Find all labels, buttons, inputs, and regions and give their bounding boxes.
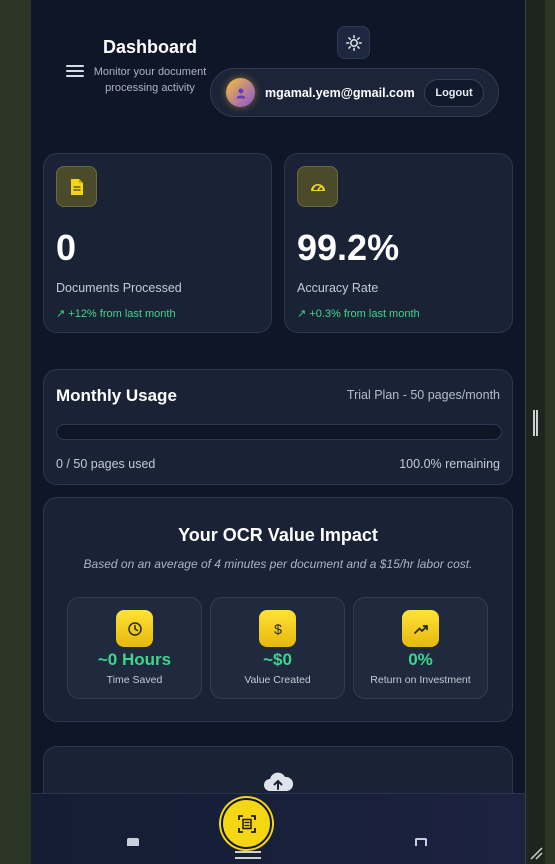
stat-card-accuracy: 99.2% Accuracy Rate ↗ +0.3% from last mo… (284, 153, 513, 333)
documents-change: ↗ +12% from last month (56, 308, 176, 320)
value-created-label: Value Created (244, 674, 311, 686)
resize-corner-icon[interactable] (529, 846, 543, 860)
hamburger-menu-icon[interactable] (66, 65, 84, 79)
accuracy-rate-value: 99.2% (297, 227, 400, 268)
avatar[interactable] (226, 78, 255, 107)
value-created-value: ~$0 (263, 650, 292, 669)
time-saved-label: Time Saved (106, 674, 163, 686)
usage-remaining: 100.0% remaining (399, 457, 500, 471)
bottom-nav (31, 793, 525, 864)
drag-handle[interactable] (235, 851, 261, 859)
time-saved-value: ~0 Hours (97, 650, 172, 669)
ocr-value-impact-card: Your OCR Value Impact Based on an averag… (43, 497, 513, 722)
metric-roi: 0% Return on Investment (353, 597, 488, 699)
user-profile-pill: mgamal.yem@gmail.com Logout (210, 68, 499, 117)
impact-description: Based on an average of 4 minutes per doc… (83, 557, 473, 571)
accuracy-rate-label: Accuracy Rate (297, 281, 379, 295)
trending-up-icon (402, 610, 439, 647)
scan-button[interactable] (221, 798, 272, 849)
header-title-block: Dashboard Monitor your document processi… (91, 37, 209, 96)
nav-documents-icon[interactable] (415, 838, 427, 846)
page-subtitle: Monitor your document processing activit… (93, 66, 207, 94)
documents-processed-value: 0 (56, 227, 77, 268)
document-icon (56, 166, 97, 207)
usage-progress-bar (56, 424, 502, 440)
metric-value-created: $ ~$0 Value Created (210, 597, 345, 699)
logout-button[interactable]: Logout (424, 79, 484, 107)
svg-text:$: $ (274, 621, 282, 637)
usage-plan: Trial Plan - 50 pages/month (346, 388, 500, 402)
usage-title: Monthly Usage (56, 386, 177, 405)
gauge-icon (297, 166, 338, 207)
page-title: Dashboard (102, 37, 198, 57)
panel-resize-handle[interactable] (533, 410, 538, 436)
user-icon (236, 88, 245, 98)
documents-processed-label: Documents Processed (56, 281, 182, 295)
metric-time-saved: ~0 Hours Time Saved (67, 597, 202, 699)
usage-used: 0 / 50 pages used (56, 457, 156, 471)
theme-toggle-button[interactable] (337, 26, 370, 59)
accuracy-change: ↗ +0.3% from last month (297, 308, 420, 320)
dollar-icon: $ (259, 610, 296, 647)
impact-title: Your OCR Value Impact (178, 525, 378, 545)
sun-icon (345, 34, 362, 51)
roi-label: Return on Investment (370, 674, 471, 686)
nav-home-icon[interactable] (127, 838, 139, 846)
app-frame: Dashboard Monitor your document processi… (31, 0, 525, 864)
roi-value: 0% (408, 650, 433, 669)
clock-icon (116, 610, 153, 647)
cloud-upload-icon (264, 772, 294, 791)
scan-icon (237, 814, 256, 833)
user-email: mgamal.yem@gmail.com (265, 86, 415, 100)
stat-card-documents: 0 Documents Processed ↗ +12% from last m… (43, 153, 272, 333)
monthly-usage-card: Monthly Usage Trial Plan - 50 pages/mont… (43, 369, 513, 485)
